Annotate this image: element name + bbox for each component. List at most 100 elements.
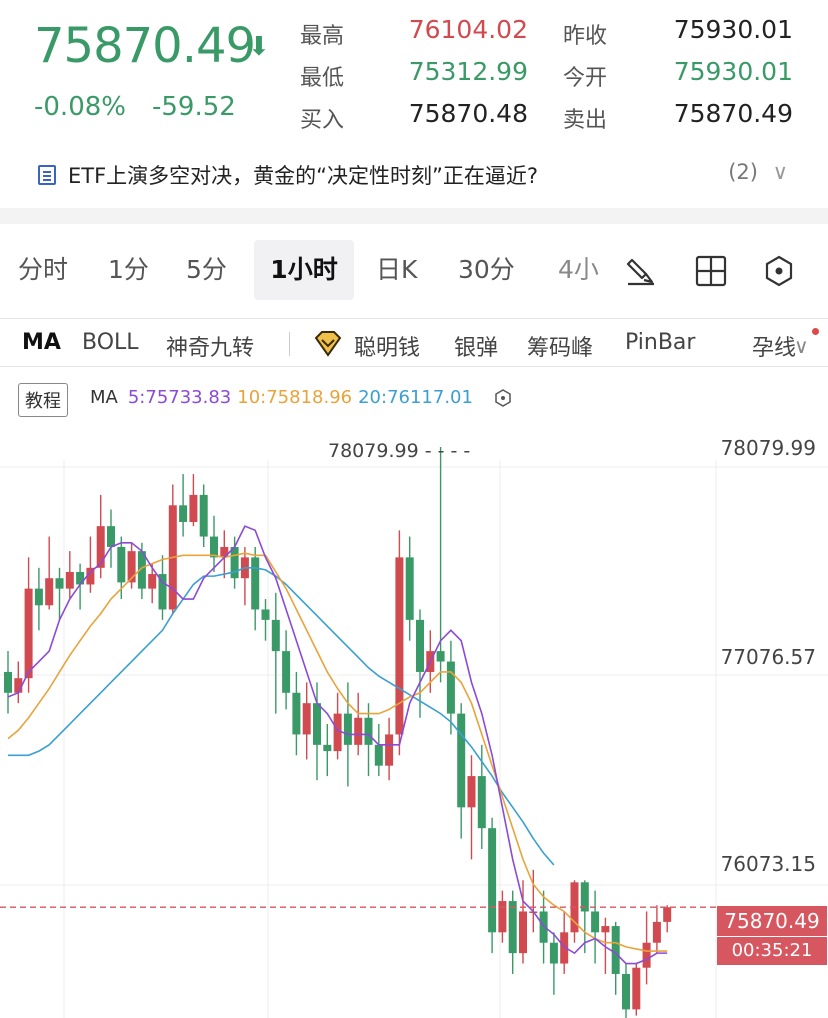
change-amount: -59.52 <box>152 92 236 122</box>
candle-body <box>55 578 64 589</box>
candle-body <box>333 713 342 752</box>
news-headline[interactable]: ETF上演多空对决，黄金的“决定性时刻”正在逼近? <box>38 160 538 190</box>
candle-body <box>117 546 126 583</box>
change-percent: -0.08% <box>34 92 126 122</box>
candle-body <box>251 557 260 610</box>
candle-body <box>148 574 157 589</box>
tutorial-button[interactable]: 教程 <box>18 383 68 417</box>
indicator-silver-bullet[interactable]: 银弹 <box>454 330 498 362</box>
candle-body <box>4 671 12 693</box>
bid-value: 75870.48 <box>408 99 528 128</box>
candle-body <box>76 571 85 585</box>
high-value: 76104.02 <box>408 15 528 44</box>
news-count[interactable]: (2) ∨ <box>728 160 788 184</box>
candle-body <box>210 536 218 558</box>
candle-body <box>220 546 229 558</box>
bid-label: 买入 <box>300 108 345 133</box>
candle-body <box>65 571 74 589</box>
last-price: 75870.49 <box>34 18 256 74</box>
chevron-down-icon[interactable]: ∨ <box>794 334 809 358</box>
candle-body <box>457 713 466 808</box>
diamond-icon <box>314 331 342 357</box>
tab-4hour[interactable]: 4小 <box>558 240 599 300</box>
candle-body <box>611 926 620 974</box>
candle-body <box>179 505 188 522</box>
candle-body <box>622 973 630 1010</box>
candle-body <box>591 911 600 933</box>
candle-body <box>107 526 115 547</box>
news-headline-text: ETF上演多空对决，黄金的“决定性时刻”正在逼近? <box>68 164 539 188</box>
ma-label: MA <box>90 387 118 408</box>
tab-1min[interactable]: 1分 <box>108 240 149 300</box>
candle-body <box>395 557 404 735</box>
candle-body <box>385 734 394 766</box>
ma20-value: 20:76117.01 <box>358 387 473 408</box>
prev-close-value: 75930.01 <box>673 15 793 44</box>
candle-body <box>261 609 270 620</box>
tab-5min[interactable]: 5分 <box>186 240 227 300</box>
candle-body <box>642 942 651 968</box>
candle-body <box>230 546 239 579</box>
divider <box>0 366 828 367</box>
prev-close-label: 昨收 <box>563 24 608 49</box>
low-value: 75312.99 <box>408 57 528 86</box>
down-arrow-icon: ⬇ <box>248 32 270 62</box>
ma-settings-icon[interactable] <box>494 389 512 407</box>
candle-body <box>467 776 476 808</box>
candle-body <box>189 494 198 522</box>
indicator-td9[interactable]: 神奇九转 <box>166 330 254 362</box>
low-label: 最低 <box>300 66 345 91</box>
ask-label: 卖出 <box>563 108 608 133</box>
candle-body <box>271 619 280 652</box>
candle-body <box>302 703 311 735</box>
candle-body <box>34 588 43 606</box>
price-axis-label: 78079.99 <box>720 436 816 460</box>
candle-body <box>24 588 33 679</box>
news-count-text: (2) <box>728 160 758 184</box>
settings-hexagon-icon[interactable] <box>762 254 796 288</box>
candle-body <box>446 661 455 714</box>
candle-body <box>436 651 445 662</box>
tab-timeshare[interactable]: 分时 <box>18 240 68 300</box>
candle-body <box>96 526 105 568</box>
candlestick-chart[interactable] <box>0 420 828 1018</box>
tab-daily[interactable]: 日K <box>376 240 417 300</box>
candle-body <box>632 967 641 1010</box>
candle-body <box>477 776 486 829</box>
candle-body <box>323 744 332 752</box>
ma-legend: MA 5:75733.83 10:75818.96 20:76117.01 <box>90 387 473 408</box>
candle-body <box>549 942 558 964</box>
candle-countdown: 00:35:21 <box>717 937 827 965</box>
draw-tool-icon[interactable] <box>624 254 658 288</box>
candle-body <box>292 692 301 735</box>
candle-body <box>405 557 414 620</box>
high-marker-label: 78079.99 - - - - <box>328 440 471 462</box>
candle-body <box>498 901 507 933</box>
open-value: 75930.01 <box>673 57 793 86</box>
ask-value: 75870.49 <box>673 99 793 128</box>
indicator-divider <box>289 332 290 356</box>
ma10-value: 10:75818.96 <box>237 387 353 408</box>
indicator-smart-money[interactable]: 聪明钱 <box>354 330 420 362</box>
indicator-pinbar[interactable]: PinBar <box>625 330 695 355</box>
indicator-boll[interactable]: BOLL <box>82 330 139 355</box>
notification-dot <box>812 328 819 335</box>
high-label: 最高 <box>300 24 345 49</box>
candle-body <box>519 911 527 954</box>
candle-body <box>488 828 497 933</box>
indicator-chip-peak[interactable]: 筹码峰 <box>527 330 593 362</box>
section-divider <box>0 208 828 224</box>
indicator-ma[interactable]: MA <box>22 330 61 355</box>
price-axis-label: 77076.57 <box>720 645 816 669</box>
tab-1hour[interactable]: 1小时 <box>254 240 354 300</box>
tab-30min[interactable]: 30分 <box>458 240 515 300</box>
layout-grid-icon[interactable] <box>694 254 728 288</box>
candle-body <box>508 901 517 954</box>
news-icon <box>38 165 56 185</box>
candle-body <box>601 926 610 933</box>
ma5-value: 5:75733.83 <box>127 387 232 408</box>
candle-body <box>199 494 208 537</box>
indicator-inside-bar[interactable]: 孕线 <box>752 330 796 362</box>
candle-body <box>539 911 548 943</box>
open-label: 今开 <box>563 66 608 91</box>
